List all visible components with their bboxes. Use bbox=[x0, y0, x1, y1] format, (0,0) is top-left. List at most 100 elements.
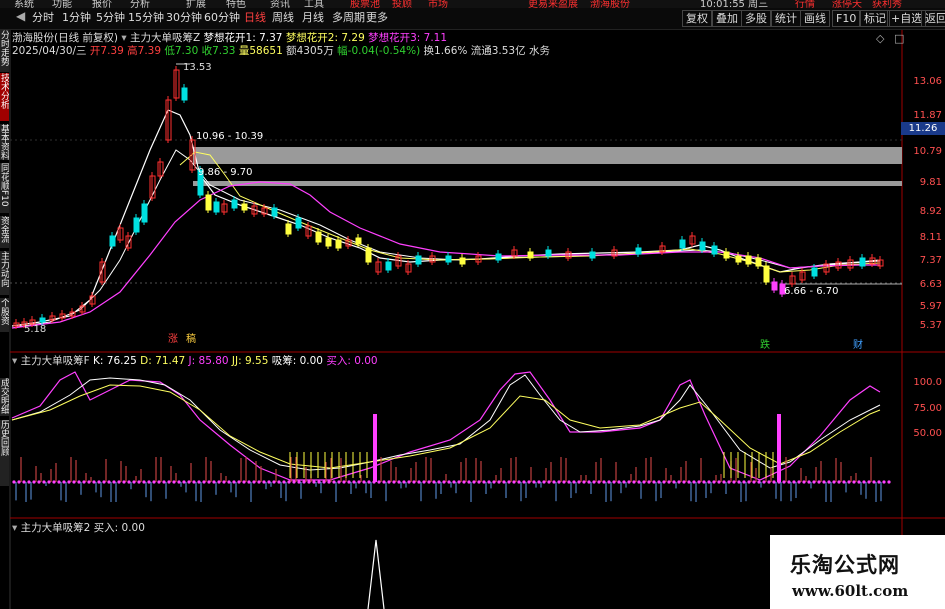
chart-canvas[interactable] bbox=[0, 0, 945, 609]
sub2-indicator[interactable]: 主力大单吸筹2 bbox=[21, 522, 91, 534]
indicator-menu-icon[interactable]: ▾ bbox=[12, 522, 21, 534]
baseline-dot bbox=[732, 480, 736, 484]
baseline-dot bbox=[807, 480, 811, 484]
baseline-dot bbox=[327, 480, 331, 484]
indicator-menu-icon[interactable]: ▾ bbox=[12, 355, 21, 367]
baseline-dot bbox=[687, 480, 691, 484]
baseline-dot bbox=[282, 480, 286, 484]
baseline-dot bbox=[432, 480, 436, 484]
baseline-dot bbox=[187, 480, 191, 484]
panel-controls[interactable]: ◇ □ bbox=[876, 32, 904, 45]
quote-volume: 量58651 bbox=[238, 45, 283, 57]
y-axis-tick: 5.37 bbox=[919, 320, 942, 331]
baseline-dot bbox=[852, 480, 856, 484]
sub1-indicator[interactable]: 主力大单吸筹F bbox=[21, 355, 90, 367]
sub1-header: ▾ 主力大单吸筹F K: 76.25 D: 71.47 J: 85.80 JJ:… bbox=[12, 355, 378, 367]
baseline-dot bbox=[737, 480, 741, 484]
candle-body bbox=[335, 239, 342, 249]
baseline-dot bbox=[482, 480, 486, 484]
baseline-dot bbox=[697, 480, 701, 484]
candle-body bbox=[231, 199, 238, 209]
indicator-name[interactable]: 主力大单吸筹Z bbox=[130, 32, 200, 44]
baseline-dot bbox=[222, 480, 226, 484]
baseline-dot bbox=[397, 480, 401, 484]
quote-sector: 水务 bbox=[528, 45, 550, 57]
baseline-dot bbox=[132, 480, 136, 484]
close-icon[interactable]: □ bbox=[894, 32, 904, 45]
baseline-dot bbox=[202, 480, 206, 484]
baseline-dot bbox=[127, 480, 131, 484]
baseline-dot bbox=[862, 480, 866, 484]
watermark-box: 乐淘公式网 www.60lt.com bbox=[770, 535, 945, 609]
marker-rise: 涨 bbox=[168, 334, 178, 345]
k-line bbox=[11, 374, 881, 471]
marker-finance: 财 bbox=[853, 340, 863, 351]
baseline-dot bbox=[172, 480, 176, 484]
ma2-value: 梦想花开2: 7.29 bbox=[285, 32, 365, 44]
baseline-dot bbox=[277, 480, 281, 484]
baseline-dot bbox=[497, 480, 501, 484]
baseline-dot bbox=[42, 480, 46, 484]
quote-amount: 额4305万 bbox=[286, 45, 334, 57]
baseline-dot bbox=[792, 480, 796, 484]
baseline-dot bbox=[147, 480, 151, 484]
candle-body bbox=[771, 281, 778, 291]
baseline-dot bbox=[52, 480, 56, 484]
baseline-dot bbox=[227, 480, 231, 484]
baseline-dot bbox=[107, 480, 111, 484]
watermark-title: 乐淘公式网 bbox=[790, 553, 900, 577]
baseline-dot bbox=[307, 480, 311, 484]
baseline-dot bbox=[587, 480, 591, 484]
baseline-dot bbox=[362, 480, 366, 484]
marker-fall: 跌 bbox=[760, 340, 770, 351]
baseline-dot bbox=[802, 480, 806, 484]
candle-body bbox=[445, 255, 452, 263]
baseline-dot bbox=[37, 480, 41, 484]
baseline-dot bbox=[27, 480, 31, 484]
baseline-dot bbox=[592, 480, 596, 484]
resistance-band bbox=[193, 147, 902, 164]
baseline-dot bbox=[292, 480, 296, 484]
baseline-dot bbox=[462, 480, 466, 484]
baseline-dot bbox=[342, 480, 346, 484]
baseline-dot bbox=[657, 480, 661, 484]
baseline-dot bbox=[797, 480, 801, 484]
baseline-dot bbox=[232, 480, 236, 484]
baseline-dot bbox=[32, 480, 36, 484]
baseline-dot bbox=[837, 480, 841, 484]
baseline-dot bbox=[427, 480, 431, 484]
baseline-dot bbox=[97, 480, 101, 484]
peak-price-label: 13.53 bbox=[183, 62, 212, 73]
baseline-dot bbox=[117, 480, 121, 484]
candle-body bbox=[459, 257, 466, 265]
baseline-dot bbox=[77, 480, 81, 484]
sub1-buy: 买入: 0.00 bbox=[326, 355, 378, 367]
baseline-dot bbox=[57, 480, 61, 484]
baseline-dot bbox=[302, 480, 306, 484]
baseline-dot bbox=[887, 480, 891, 484]
ma1-value: 梦想花开1: 7.37 bbox=[203, 32, 283, 44]
baseline-dot bbox=[532, 480, 536, 484]
candle-body bbox=[315, 231, 322, 243]
chevron-down-icon[interactable]: ◇ bbox=[876, 32, 884, 45]
baseline-dot bbox=[157, 480, 161, 484]
sub1-k: K: 76.25 bbox=[93, 355, 137, 367]
baseline-dot bbox=[772, 480, 776, 484]
baseline-dot bbox=[22, 480, 26, 484]
baseline-dot bbox=[677, 480, 681, 484]
quote-line: 2025/04/30/三 开7.39 高7.39 低7.30 收7.33 量58… bbox=[12, 45, 550, 57]
baseline-dot bbox=[632, 480, 636, 484]
baseline-dot bbox=[577, 480, 581, 484]
baseline-dot bbox=[467, 480, 471, 484]
candle-body bbox=[133, 217, 140, 233]
candle-body bbox=[745, 255, 752, 265]
ma3-value: 梦想花开3: 7.11 bbox=[368, 32, 448, 44]
candle-body bbox=[213, 201, 220, 213]
baseline-dot bbox=[702, 480, 706, 484]
baseline-dot bbox=[882, 480, 886, 484]
quote-high: 高7.39 bbox=[127, 45, 162, 57]
indicator-menu-icon[interactable]: ▾ bbox=[121, 32, 130, 44]
baseline-dot bbox=[322, 480, 326, 484]
quote-change: 幅-0.04(-0.54%) bbox=[337, 45, 421, 57]
baseline-dot bbox=[712, 480, 716, 484]
